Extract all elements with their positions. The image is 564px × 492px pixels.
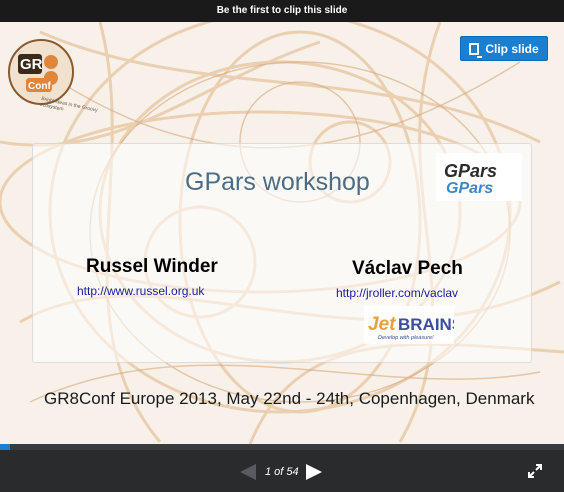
clip-slide-button[interactable]: Clip slide [460, 36, 548, 61]
svg-text:BRAINS: BRAINS [398, 315, 454, 334]
slide-view: GR Conf Bright ideas in the Groovy ecosy… [0, 22, 564, 444]
player-controls: 1 of 54 [0, 450, 564, 492]
jetbrains-logo: Jet BRAINS Develop with pleasure! [364, 306, 454, 344]
presenter-url-left[interactable]: http://www.russel.org.uk [77, 284, 204, 298]
clip-slide-label: Clip slide [485, 41, 539, 56]
presenter-url-right[interactable]: http://jroller.com/vaclav [336, 286, 458, 300]
gpars-logo: GPars GPars [436, 153, 522, 201]
svg-text:GPars: GPars [446, 180, 493, 197]
svg-text:Conf: Conf [28, 81, 51, 92]
svg-text:GR: GR [20, 56, 43, 73]
slide-footer: GR8Conf Europe 2013, May 22nd - 24th, Co… [44, 389, 535, 408]
clip-prompt-bar: Be the first to clip this slide [0, 0, 564, 22]
slide-counter: 1 of 54 [265, 466, 299, 478]
previous-slide-icon[interactable] [240, 464, 256, 480]
presenter-name-left: Russel Winder [86, 256, 218, 277]
clip-prompt-text: Be the first to clip this slide [216, 5, 348, 16]
presenter-name-right: Václav Pech [352, 258, 463, 279]
svg-text:Develop with pleasure!: Develop with pleasure! [378, 335, 434, 341]
svg-text:Jet: Jet [368, 314, 396, 335]
next-slide-icon[interactable] [306, 464, 322, 480]
slide-title: GPars workshop [185, 168, 370, 196]
svg-text:GPars: GPars [444, 161, 497, 181]
fullscreen-icon[interactable] [527, 463, 543, 479]
clip-icon [469, 42, 483, 58]
